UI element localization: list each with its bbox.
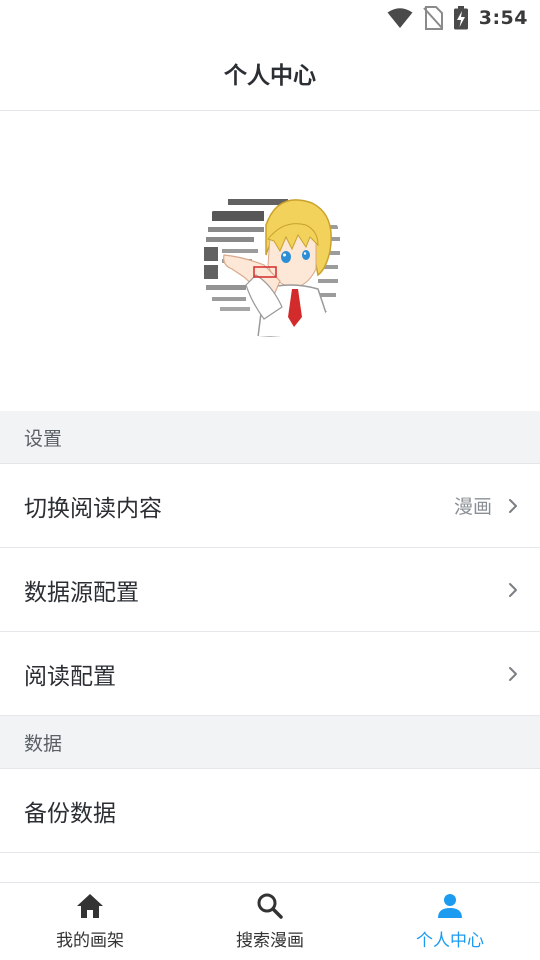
reading-config-row[interactable]: 阅读配置 — [0, 632, 540, 716]
row-label: 阅读配置 — [24, 663, 116, 690]
status-bar: 3:54 — [0, 0, 540, 36]
avatar-illustration — [194, 185, 346, 337]
section-header-settings: 设置 — [0, 411, 540, 464]
row-label: 数据源配置 — [24, 579, 139, 606]
wifi-icon — [387, 7, 413, 29]
no-sim-icon — [422, 6, 443, 30]
person-icon — [435, 892, 465, 924]
tab-personal-center[interactable]: 个人中心 — [360, 883, 540, 960]
chevron-right-icon — [508, 666, 518, 682]
bottom-tab-bar: 我的画架 搜索漫画 个人中心 — [0, 882, 540, 960]
section-header-data: 数据 — [0, 716, 540, 769]
row-value: 漫画 — [453, 496, 492, 518]
tab-my-shelf[interactable]: 我的画架 — [0, 883, 180, 960]
avatar[interactable] — [194, 185, 346, 337]
tab-label: 个人中心 — [416, 931, 484, 951]
home-icon — [75, 892, 105, 924]
chevron-right-icon — [508, 498, 518, 514]
profile-area — [0, 111, 540, 411]
row-label: 备份数据 — [24, 800, 116, 827]
list-item-partial[interactable] — [0, 853, 540, 882]
tab-search-comics[interactable]: 搜索漫画 — [180, 883, 360, 960]
tab-label: 搜索漫画 — [236, 931, 304, 951]
app-header: 个人中心 — [0, 36, 540, 111]
page-title: 个人中心 — [224, 63, 316, 89]
settings-list: 设置 切换阅读内容 漫画 数据源配置 阅读配置 数据 备份数据 — [0, 411, 540, 882]
chevron-right-icon — [508, 582, 518, 598]
search-icon — [255, 892, 285, 924]
switch-reading-content-row[interactable]: 切换阅读内容 漫画 — [0, 464, 540, 548]
row-label: 切换阅读内容 — [24, 495, 162, 522]
data-source-config-row[interactable]: 数据源配置 — [0, 548, 540, 632]
battery-charging-icon — [453, 6, 469, 30]
tab-label: 我的画架 — [56, 931, 124, 951]
backup-data-row[interactable]: 备份数据 — [0, 769, 540, 853]
status-time: 3:54 — [478, 7, 528, 29]
